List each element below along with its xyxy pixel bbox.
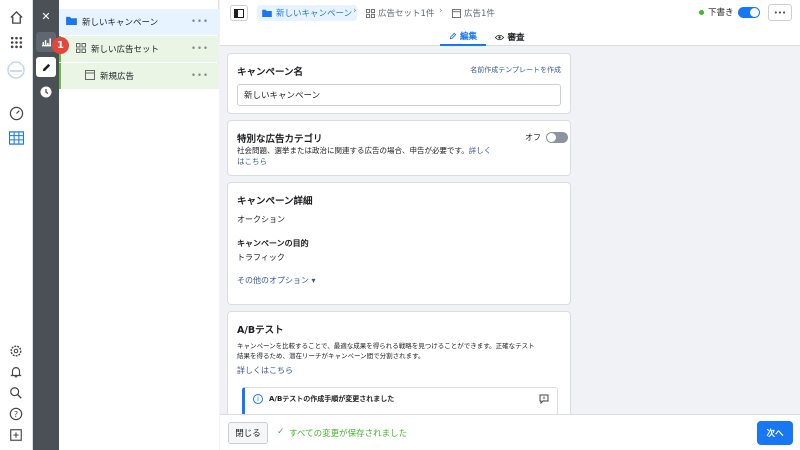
learn-more-link-cont[interactable]: はこちら [237,157,267,166]
breadcrumb-ad-label: 広告1件 [464,9,495,19]
apps-grid-icon[interactable] [7,33,25,51]
tree-adset-label: 新しい広告セット [91,45,160,55]
campaign-structure-tree: 新しいキャンペーン ••• 新しい広告セット ••• 新規広告 ••• [59,0,219,450]
feedback-icon[interactable] [539,394,549,407]
special-category-description: 社会問題、選挙または政治に関連する広告の場合、申告が必要です。詳しくはこちら [237,145,527,167]
tree-campaign-label: 新しいキャンペーン [82,18,159,28]
buying-type-value: オークション [237,215,285,224]
campaign-details-card: キャンペーン詳細 オークション キャンペーンの目的 トラフィック その他のオプシ… [227,182,571,305]
editor-main: キャンペーン名 名前作成テンプレートを作成 特別な広告カテゴリ オフ 社会問題、… [220,46,576,414]
eye-icon [495,34,505,40]
breadcrumb-campaign[interactable]: 新しいキャンペーン [257,5,358,21]
breadcrumb-campaign-label: 新しいキャンペーン [276,9,353,19]
special-category-text: 社会問題、選挙または政治に関連する広告の場合、申告が必要です。 [237,146,469,155]
ab-test-text-1: キャンペーンを比較することで、最適な成果を得られる戦略を見つけることができます。… [237,342,535,350]
ab-test-notice: i A/Bテストの作成手順が変更されました [242,387,558,414]
breadcrumb-ad[interactable]: 広告1件 [452,5,495,21]
ab-test-text-2: 結果を得るため、潜在リーチがキャンペーン間で分割されます。 [237,352,425,360]
svg-text:?: ? [14,410,18,419]
help-icon[interactable]: ? [7,405,25,423]
tab-review-label: 審査 [507,33,525,43]
campaign-name-heading: キャンペーン名 [237,67,304,78]
check-icon: ✓ [277,427,285,437]
more-options-button[interactable]: ••• [768,4,792,21]
breadcrumb-adset-label: 広告セット1件 [378,9,435,19]
ab-test-learn-more-link[interactable]: 詳しくはこちら [237,365,293,376]
draft-status-dot [699,10,704,15]
right-empty-area [576,46,800,414]
history-clock-icon[interactable] [36,82,56,102]
ab-test-heading: A/Bテスト [237,325,284,336]
campaign-name-card: キャンペーン名 名前作成テンプレートを作成 [227,53,571,114]
tree-item-campaign[interactable]: 新しいキャンペーン ••• [59,9,219,35]
folder-icon [66,16,77,28]
tab-review[interactable]: 審査 [490,28,530,46]
ads-manager-table-icon[interactable] [7,129,25,147]
tree-empty-area [59,89,219,450]
ab-test-notice-title: A/Bテストの作成手順が変更されました [269,395,395,403]
breadcrumb-chevron-icon: › [439,6,443,16]
save-status: すべての変更が保存されました [289,429,408,439]
notifications-bell-icon[interactable] [7,363,25,381]
grid-icon [76,42,86,56]
search-icon[interactable] [7,384,25,402]
tree-item-ad[interactable]: 新規広告 ••• [59,63,219,89]
edit-pencil-icon [449,32,457,40]
folder-icon [262,9,272,17]
learn-more-link[interactable]: 詳しく [469,146,492,155]
special-category-toggle-label: オフ [525,133,541,142]
ab-test-card: A/Bテスト キャンペーンを比較することで、最適な成果を得られる戦略を見つけるこ… [227,311,571,414]
tree-item-adset[interactable]: 新しい広告セット ••• [59,36,219,62]
ad-page-icon [85,69,95,83]
adset-more-icon[interactable]: ••• [191,44,209,54]
tab-edit-label: 編集 [459,32,477,42]
close-button[interactable]: 閉じる [228,422,268,444]
campaign-details-heading: キャンペーン詳細 [237,196,313,207]
info-icon: i [253,394,263,404]
report-issue-icon[interactable] [7,426,25,444]
close-icon[interactable]: ✕ [36,6,56,26]
special-category-toggle[interactable] [546,132,568,143]
next-button[interactable]: 次へ [757,421,793,445]
grid-icon [366,8,375,18]
ab-test-description: キャンペーンを比較することで、最適な成果を得られる戦略を見つけることができます。… [237,341,567,361]
ad-page-icon [452,8,461,18]
draft-label: 下書き [708,8,734,18]
draft-toggle[interactable] [738,7,760,18]
tab-edit[interactable]: 編集 [440,28,486,46]
toggle-panel-icon[interactable] [230,5,248,21]
breadcrumb-adset[interactable]: 広告セット1件 [366,5,434,21]
home-icon[interactable] [7,8,25,26]
tree-ad-label: 新規広告 [100,72,135,82]
settings-gear-icon[interactable] [7,342,25,360]
objective-label: キャンペーンの目的 [237,239,309,248]
left-rail: ? [0,0,33,450]
campaign-name-input[interactable] [237,84,561,106]
breadcrumb-chevron-icon: › [353,6,357,16]
name-template-link[interactable]: 名前作成テンプレートを作成 [470,65,561,75]
editing-tool-strip: ✕ [33,0,59,450]
step-badge: 1 [52,37,69,54]
special-category-heading: 特別な広告カテゴリ [237,134,323,145]
campaign-more-icon[interactable]: ••• [191,17,209,27]
account-avatar[interactable] [7,61,25,79]
gauge-icon[interactable] [7,104,25,122]
objective-value: トラフィック [237,253,285,262]
more-options-link[interactable]: その他のオプション ▾ [237,275,316,286]
edit-pencil-icon[interactable] [36,57,56,77]
ad-more-icon[interactable]: ••• [191,71,209,81]
editor-bottombar: 閉じる ✓ すべての変更が保存されました 次へ [220,414,800,450]
special-ad-category-card: 特別な広告カテゴリ オフ 社会問題、選挙または政治に関連する広告の場合、申告が必… [227,120,571,176]
editor-topbar: 新しいキャンペーン › 広告セット1件 › 広告1件 下書き ••• 編集 審査 [220,0,800,46]
